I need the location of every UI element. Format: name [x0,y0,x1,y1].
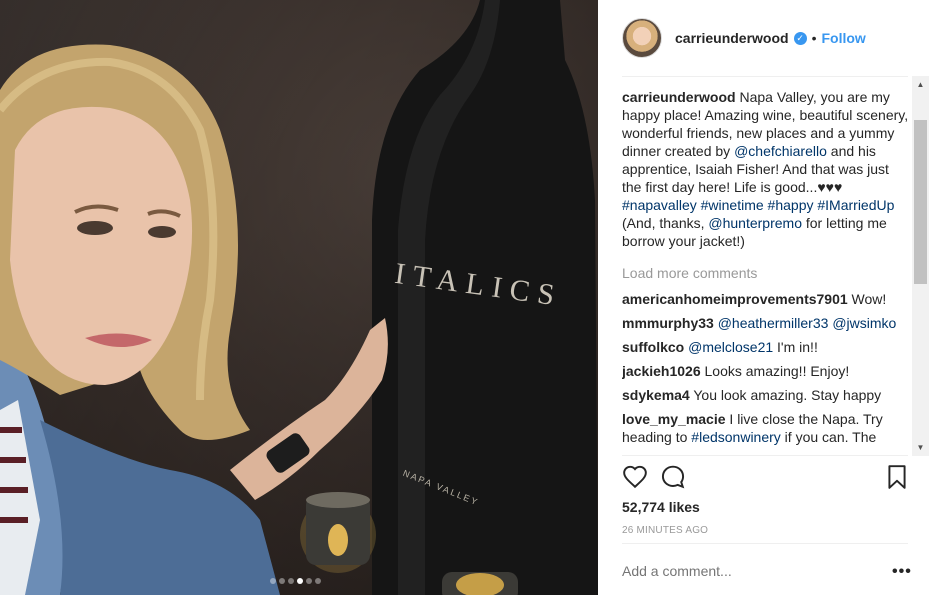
mention-link[interactable]: @chefchiarello [734,143,827,159]
likes-count[interactable]: 52,774 likes [622,499,700,515]
comment-username[interactable]: jackieh1026 [622,363,701,379]
comment-text: You look amazing. Stay happy [689,387,882,403]
carousel-dot[interactable] [306,578,312,584]
carousel-dots [270,578,321,584]
comment-text: Looks amazing!! Enjoy! [700,363,850,379]
carousel-dot[interactable] [270,578,276,584]
comment: love_my_macie I live close the Napa. Try… [622,410,912,446]
comment: mmmurphy33 @heathermiller33 @jwsimko [622,314,912,332]
caption-username[interactable]: carrieunderwood [622,89,736,105]
comment-text: if you can. The [780,429,877,445]
action-bar [622,464,908,494]
carousel-dot[interactable] [288,578,294,584]
scrollbar-thumb[interactable] [914,120,927,284]
post-header: carrieunderwood ✓ • Follow [598,0,930,76]
post-timestamp[interactable]: 26 MINUTES AGO [622,525,708,536]
follow-button[interactable]: Follow [822,30,866,46]
comments-scrollbar[interactable]: ▲ ▼ [912,76,929,456]
hashtag-link[interactable]: #napavalley [622,197,697,213]
mention-link[interactable]: @heathermiller33 [718,315,829,331]
heart-icon[interactable] [622,464,648,495]
comment: jackieh1026 Looks amazing!! Enjoy! [622,362,912,380]
verified-badge-icon: ✓ [793,31,807,45]
header-username[interactable]: carrieunderwood [675,30,789,46]
bookmark-icon[interactable] [886,464,908,495]
carousel-dot-active[interactable] [297,578,303,584]
comment: sdykema4 You look amazing. Stay happy [622,386,912,404]
comment-username[interactable]: mmmurphy33 [622,315,714,331]
comment-username[interactable]: sdykema4 [622,387,690,403]
comment: suffolkco @melclose21 I'm in!! [622,338,912,356]
scroll-down-arrow-icon[interactable]: ▼ [912,439,929,456]
photo-illustration: ITALICS NAPA VALLEY [0,0,598,595]
arm [230,318,388,500]
more-options-button[interactable]: ••• [892,563,912,581]
hashtag-link[interactable]: #ledsonwinery [691,429,781,445]
header-separator: • [811,30,817,46]
avatar[interactable] [622,18,662,58]
carousel-dot[interactable] [279,578,285,584]
comment-username[interactable]: americanhomeimprovements7901 [622,291,848,307]
post-side-panel: carrieunderwood ✓ • Follow carrieunderwo… [598,0,930,595]
scroll-up-arrow-icon[interactable]: ▲ [912,76,929,93]
comment-username[interactable]: suffolkco [622,339,684,355]
mention-link[interactable]: @hunterpremo [708,215,802,231]
carousel-dot[interactable] [315,578,321,584]
hashtag-link[interactable]: #happy [768,197,814,213]
comment: americanhomeimprovements7901 Wow! [622,290,912,308]
caption-text: (And, thanks, [622,215,709,231]
mention-link[interactable]: @melclose21 [688,339,773,355]
post-photo[interactable]: ITALICS NAPA VALLEY [0,0,598,595]
comment-text: Wow! [847,291,887,307]
mention-link[interactable]: @jwsimko [832,315,896,331]
divider [622,543,908,544]
load-more-comments-link[interactable]: Load more comments [622,264,912,282]
comment-text: I'm in!! [773,339,818,355]
comments-list[interactable]: carrieunderwood Napa Valley, you are my … [622,88,912,454]
divider [622,455,908,456]
hashtag-link[interactable]: #IMarriedUp [817,197,894,213]
comment-username[interactable]: love_my_macie [622,411,726,427]
hashtag-link[interactable]: #winetime [701,197,764,213]
add-comment-input[interactable] [622,563,862,579]
caption: carrieunderwood Napa Valley, you are my … [622,88,912,250]
divider [622,76,908,77]
comment-bubble-icon[interactable] [660,464,686,495]
